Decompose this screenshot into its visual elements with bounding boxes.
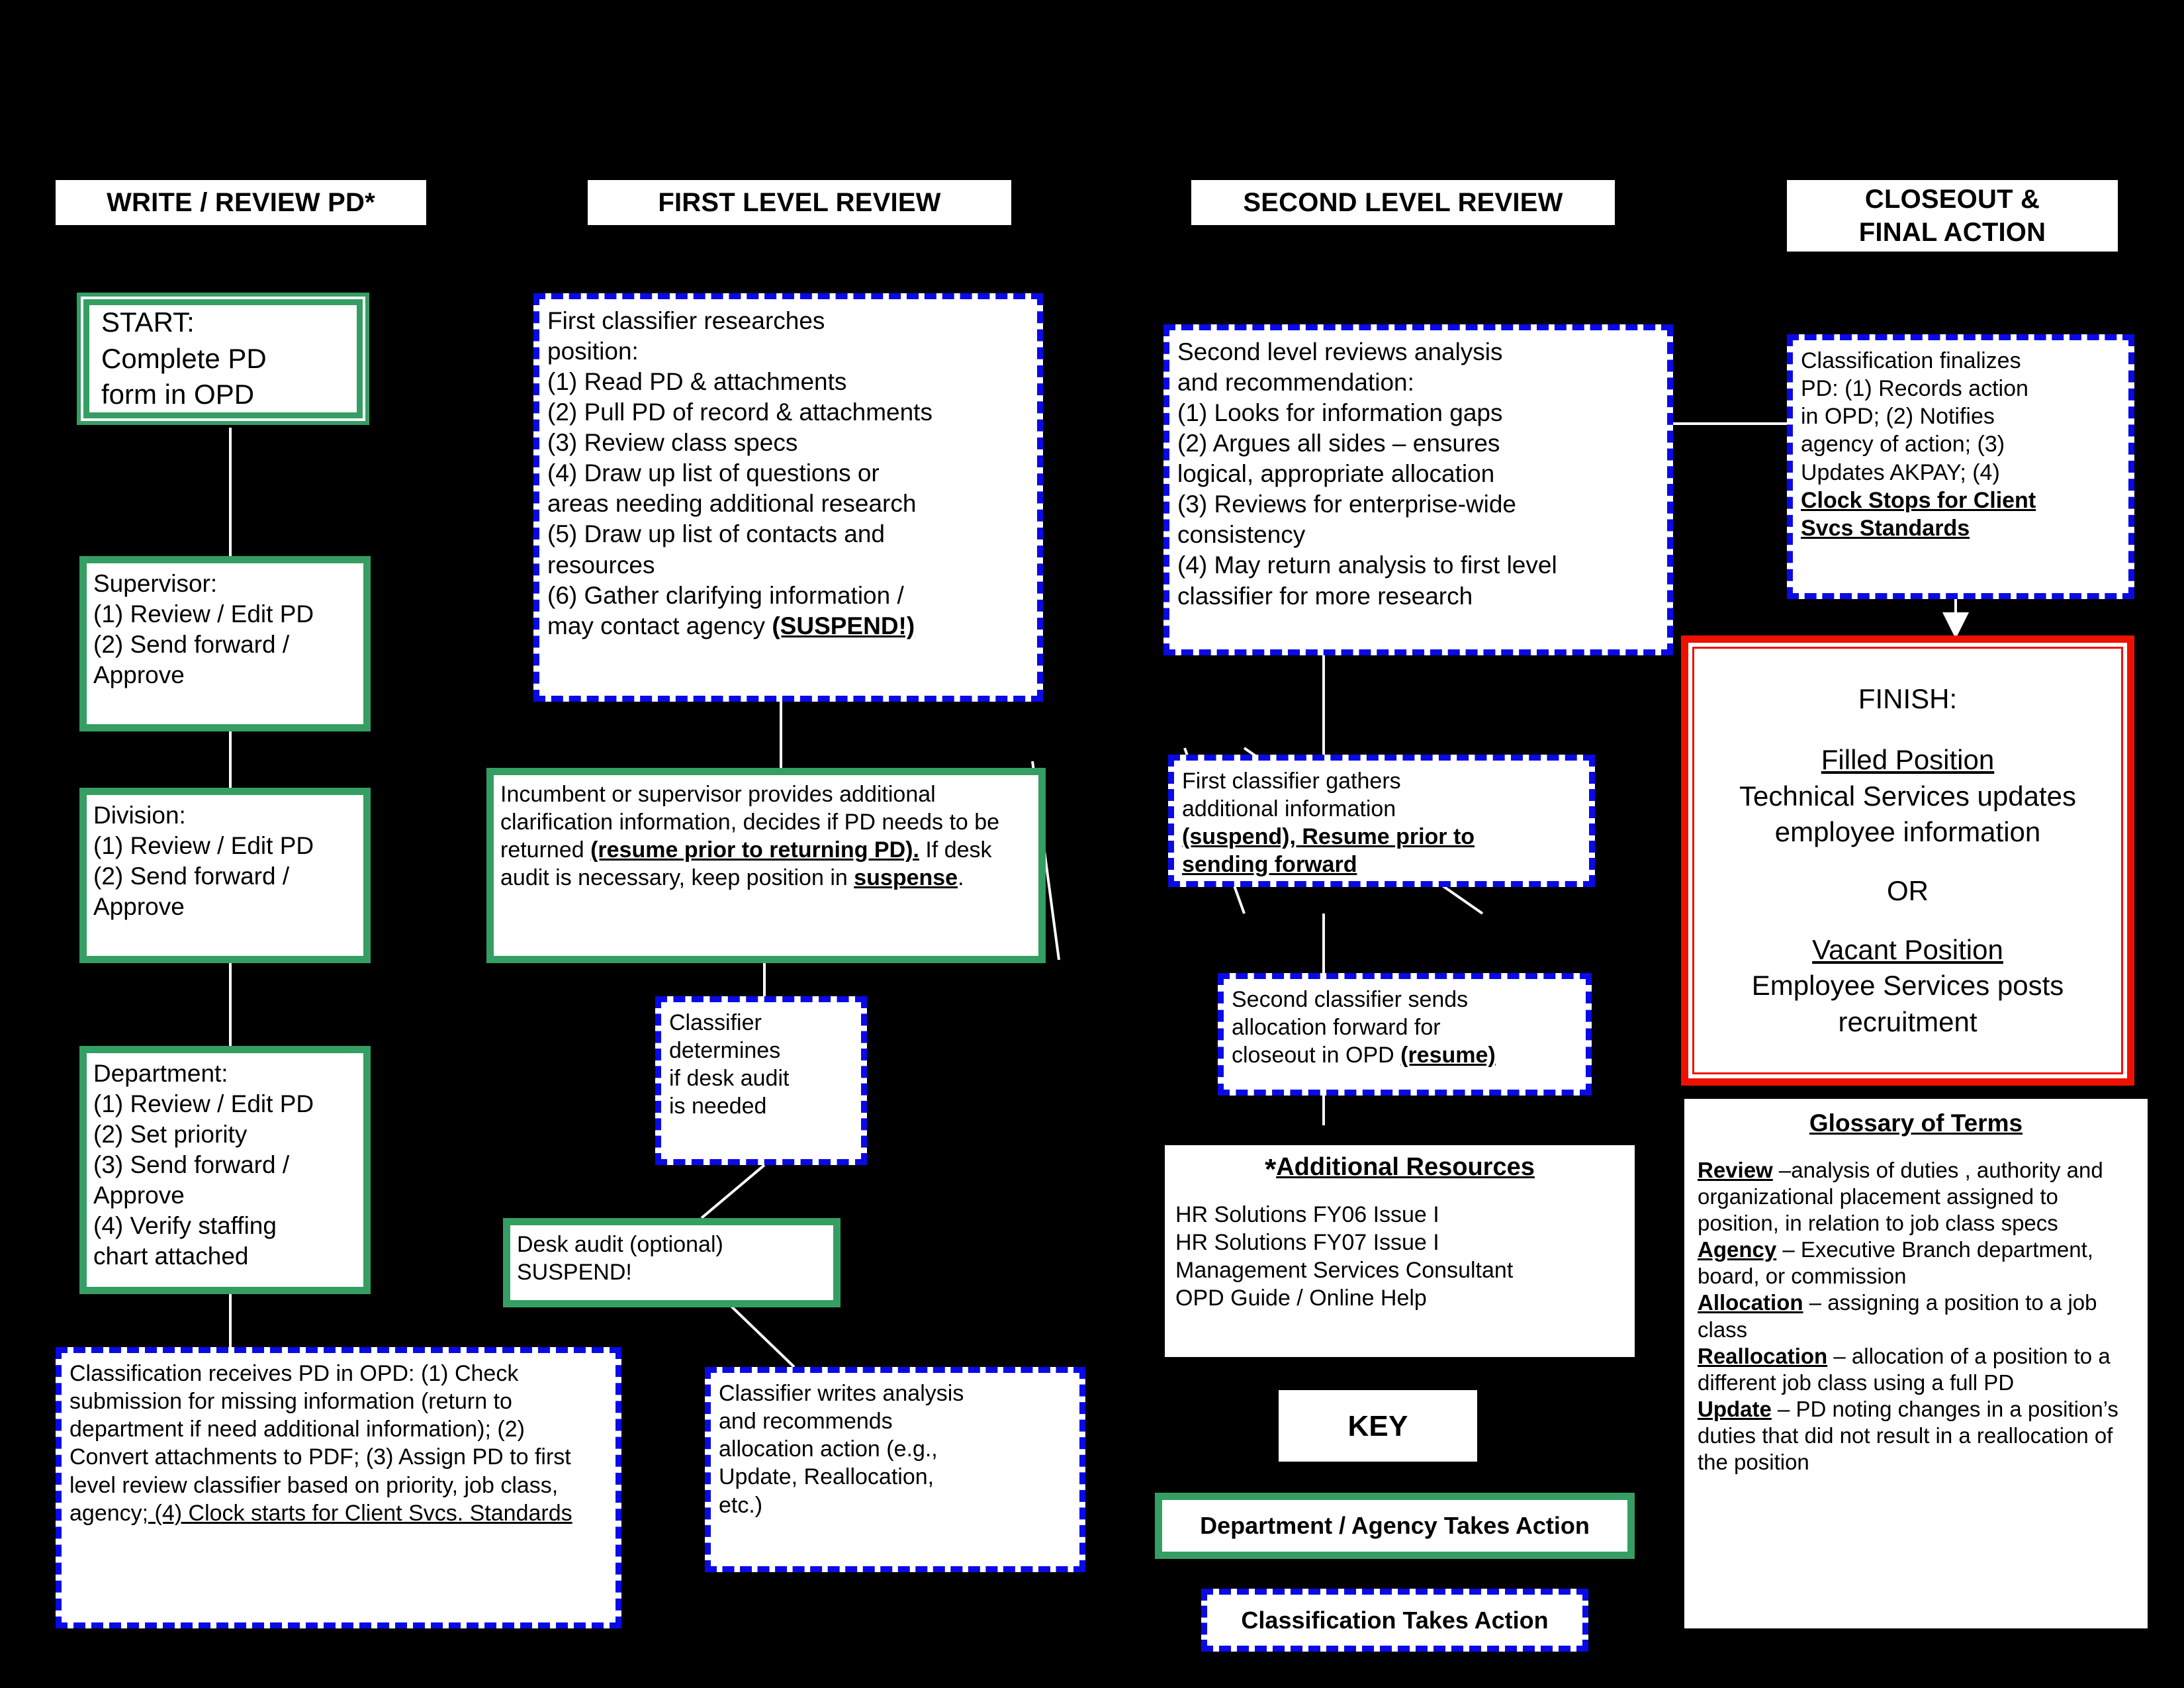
- additional-resources-item: HR Solutions FY06 Issue I: [1175, 1202, 1439, 1227]
- key-legend-department-agency: Department / Agency Takes Action: [1155, 1493, 1635, 1559]
- glossary-term: Review: [1698, 1158, 1773, 1182]
- column-header-write-review-pd: WRITE / REVIEW PD*: [56, 180, 426, 225]
- glossary-entry: Review –analysis of duties , authority a…: [1698, 1157, 2134, 1237]
- panel-additional-resources: *Additional Resources HR Solutions FY06 …: [1165, 1145, 1635, 1357]
- node-classification-finalizes-text: Classification finalizes PD: (1) Records…: [1801, 347, 2120, 542]
- gathers-bold1: (suspend), Resume prior to sending forwa…: [1182, 824, 1475, 878]
- asterisk-icon: *: [1265, 1153, 1277, 1186]
- node-division-text: Division: (1) Review / Edit PD (2) Send …: [93, 802, 314, 921]
- node-incumbent-text: Incumbent or supervisor provides additio…: [500, 780, 1032, 892]
- node-first-classifier-gathers[interactable]: First classifier gathers additional info…: [1168, 755, 1595, 887]
- column-header-label: CLOSEOUT & FINAL ACTION: [1858, 185, 2046, 247]
- additional-resources-item: Management Services Consultant: [1175, 1258, 1514, 1284]
- finish-inner: FINISH: Filled Position Technical Servic…: [1692, 647, 2123, 1074]
- incumbent-bold1: (resume prior to returning PD).: [590, 837, 919, 863]
- node-start[interactable]: START: Complete PD form in OPD: [74, 290, 372, 428]
- panel-glossary: Glossary of Terms Review –analysis of du…: [1684, 1099, 2148, 1628]
- finish-subtitle-filled: Filled Position: [1821, 744, 1995, 776]
- classification-receives-underlined: ; (4) Clock starts for Client Svcs. Stan…: [142, 1500, 572, 1526]
- flowchart-canvas: WRITE / REVIEW PD* FIRST LEVEL REVIEW SE…: [0, 0, 2184, 1688]
- node-classifier-writes-analysis[interactable]: Classifier writes analysis and recommend…: [705, 1367, 1085, 1572]
- glossary-entry: Update – PD noting changes in a position…: [1698, 1396, 2134, 1476]
- additional-resources-title: Additional Resources: [1276, 1153, 1535, 1181]
- node-first-classifier-researches-text: First classifier researches position: (1…: [547, 306, 1029, 641]
- node-second-level-reviews[interactable]: Second level reviews analysis and recomm…: [1163, 324, 1673, 655]
- column-header-label: FIRST LEVEL REVIEW: [658, 188, 941, 217]
- first-classifier-suspend: (SUSPEND!): [772, 612, 915, 639]
- column-header-first-level-review: FIRST LEVEL REVIEW: [588, 180, 1011, 225]
- gathers-part1: First classifier gathers additional info…: [1182, 769, 1401, 822]
- node-incumbent-or-supervisor[interactable]: Incumbent or supervisor provides additio…: [486, 768, 1046, 963]
- key-title: KEY: [1279, 1390, 1477, 1462]
- start-border-mid: START: Complete PD form in OPD: [81, 297, 365, 421]
- column-header-label: SECOND LEVEL REVIEW: [1243, 188, 1563, 217]
- finish-body-filled: Technical Services updates employee info…: [1739, 780, 2076, 848]
- node-classifier-determines-desk-audit[interactable]: Classifier determines if desk audit is n…: [655, 996, 867, 1165]
- incumbent-bold2: suspense: [854, 865, 958, 891]
- start-inner: START: Complete PD form in OPD: [87, 303, 359, 415]
- node-second-level-reviews-text: Second level reviews analysis and recomm…: [1177, 338, 1557, 610]
- glossary-term: Update: [1698, 1396, 1772, 1421]
- node-classifier-determines-text: Classifier determines if desk audit is n…: [669, 1010, 790, 1119]
- node-finish[interactable]: FINISH: Filled Position Technical Servic…: [1681, 635, 2134, 1086]
- node-first-classifier-gathers-text: First classifier gathers additional info…: [1182, 767, 1581, 879]
- column-header-second-level-review: SECOND LEVEL REVIEW: [1191, 180, 1615, 225]
- additional-resources-item: OPD Guide / Online Help: [1175, 1286, 1427, 1311]
- node-department-text: Department: (1) Review / Edit PD (2) Set…: [93, 1060, 314, 1270]
- column-header-label: WRITE / REVIEW PD*: [107, 188, 375, 217]
- incumbent-part3: .: [958, 865, 964, 891]
- additional-resources-item: HR Solutions FY07 Issue I: [1175, 1230, 1439, 1256]
- glossary-entry: Allocation – assigning a position to a j…: [1698, 1289, 2134, 1342]
- node-desk-audit-text: Desk audit (optional) SUSPEND!: [517, 1232, 723, 1286]
- key-legend-classification-label: Classification Takes Action: [1241, 1606, 1549, 1634]
- key-legend-classification: Classification Takes Action: [1201, 1589, 1588, 1652]
- node-desk-audit-optional[interactable]: Desk audit (optional) SUSPEND!: [503, 1218, 841, 1307]
- node-second-classifier-sends-text: Second classifier sends allocation forwa…: [1232, 986, 1578, 1069]
- sends-bold1: (resume): [1400, 1043, 1496, 1068]
- node-division[interactable]: Division: (1) Review / Edit PD (2) Send …: [79, 788, 371, 963]
- key-legend-department-agency-label: Department / Agency Takes Action: [1200, 1512, 1590, 1539]
- finish-body-vacant: Employee Services posts recruitment: [1751, 970, 2064, 1037]
- glossary-term: Allocation: [1698, 1290, 1803, 1315]
- finalizes-part1: Classification finalizes PD: (1) Records…: [1801, 348, 2028, 485]
- finish-subtitle-vacant: Vacant Position: [1812, 933, 2003, 965]
- node-classification-receives-pd[interactable]: Classification receives PD in OPD: (1) C…: [56, 1347, 621, 1628]
- finish-or: OR: [1887, 875, 1929, 906]
- glossary-term: Reallocation: [1698, 1343, 1828, 1368]
- node-supervisor[interactable]: Supervisor: (1) Review / Edit PD (2) Sen…: [79, 556, 371, 731]
- finalizes-bold1: Clock Stops for Client Svcs Standards: [1801, 487, 2036, 541]
- glossary-entry: Agency – Executive Branch department, bo…: [1698, 1237, 2134, 1289]
- node-second-classifier-sends[interactable]: Second classifier sends allocation forwa…: [1218, 973, 1592, 1096]
- glossary-entry: Reallocation – allocation of a position …: [1698, 1343, 2134, 1396]
- node-supervisor-text: Supervisor: (1) Review / Edit PD (2) Sen…: [93, 570, 314, 689]
- node-classification-receives-pd-text: Classification receives PD in OPD: (1) C…: [69, 1360, 608, 1527]
- key-title-label: KEY: [1347, 1409, 1408, 1442]
- node-classifier-writes-text: Classifier writes analysis and recommend…: [719, 1381, 964, 1518]
- glossary-title: Glossary of Terms: [1809, 1109, 2023, 1137]
- node-start-text: START: Complete PD form in OPD: [101, 306, 267, 410]
- node-first-classifier-researches[interactable]: First classifier researches position: (1…: [533, 293, 1043, 702]
- node-department[interactable]: Department: (1) Review / Edit PD (2) Set…: [79, 1046, 371, 1294]
- glossary-term: Agency: [1698, 1237, 1777, 1262]
- column-header-closeout-final-action: CLOSEOUT & FINAL ACTION: [1787, 180, 2118, 252]
- first-classifier-body: First classifier researches position: (1…: [547, 307, 933, 639]
- finish-title: FINISH:: [1858, 682, 1958, 714]
- additional-resources-title-row: *Additional Resources: [1175, 1153, 1624, 1186]
- node-classification-finalizes[interactable]: Classification finalizes PD: (1) Records…: [1787, 334, 2134, 599]
